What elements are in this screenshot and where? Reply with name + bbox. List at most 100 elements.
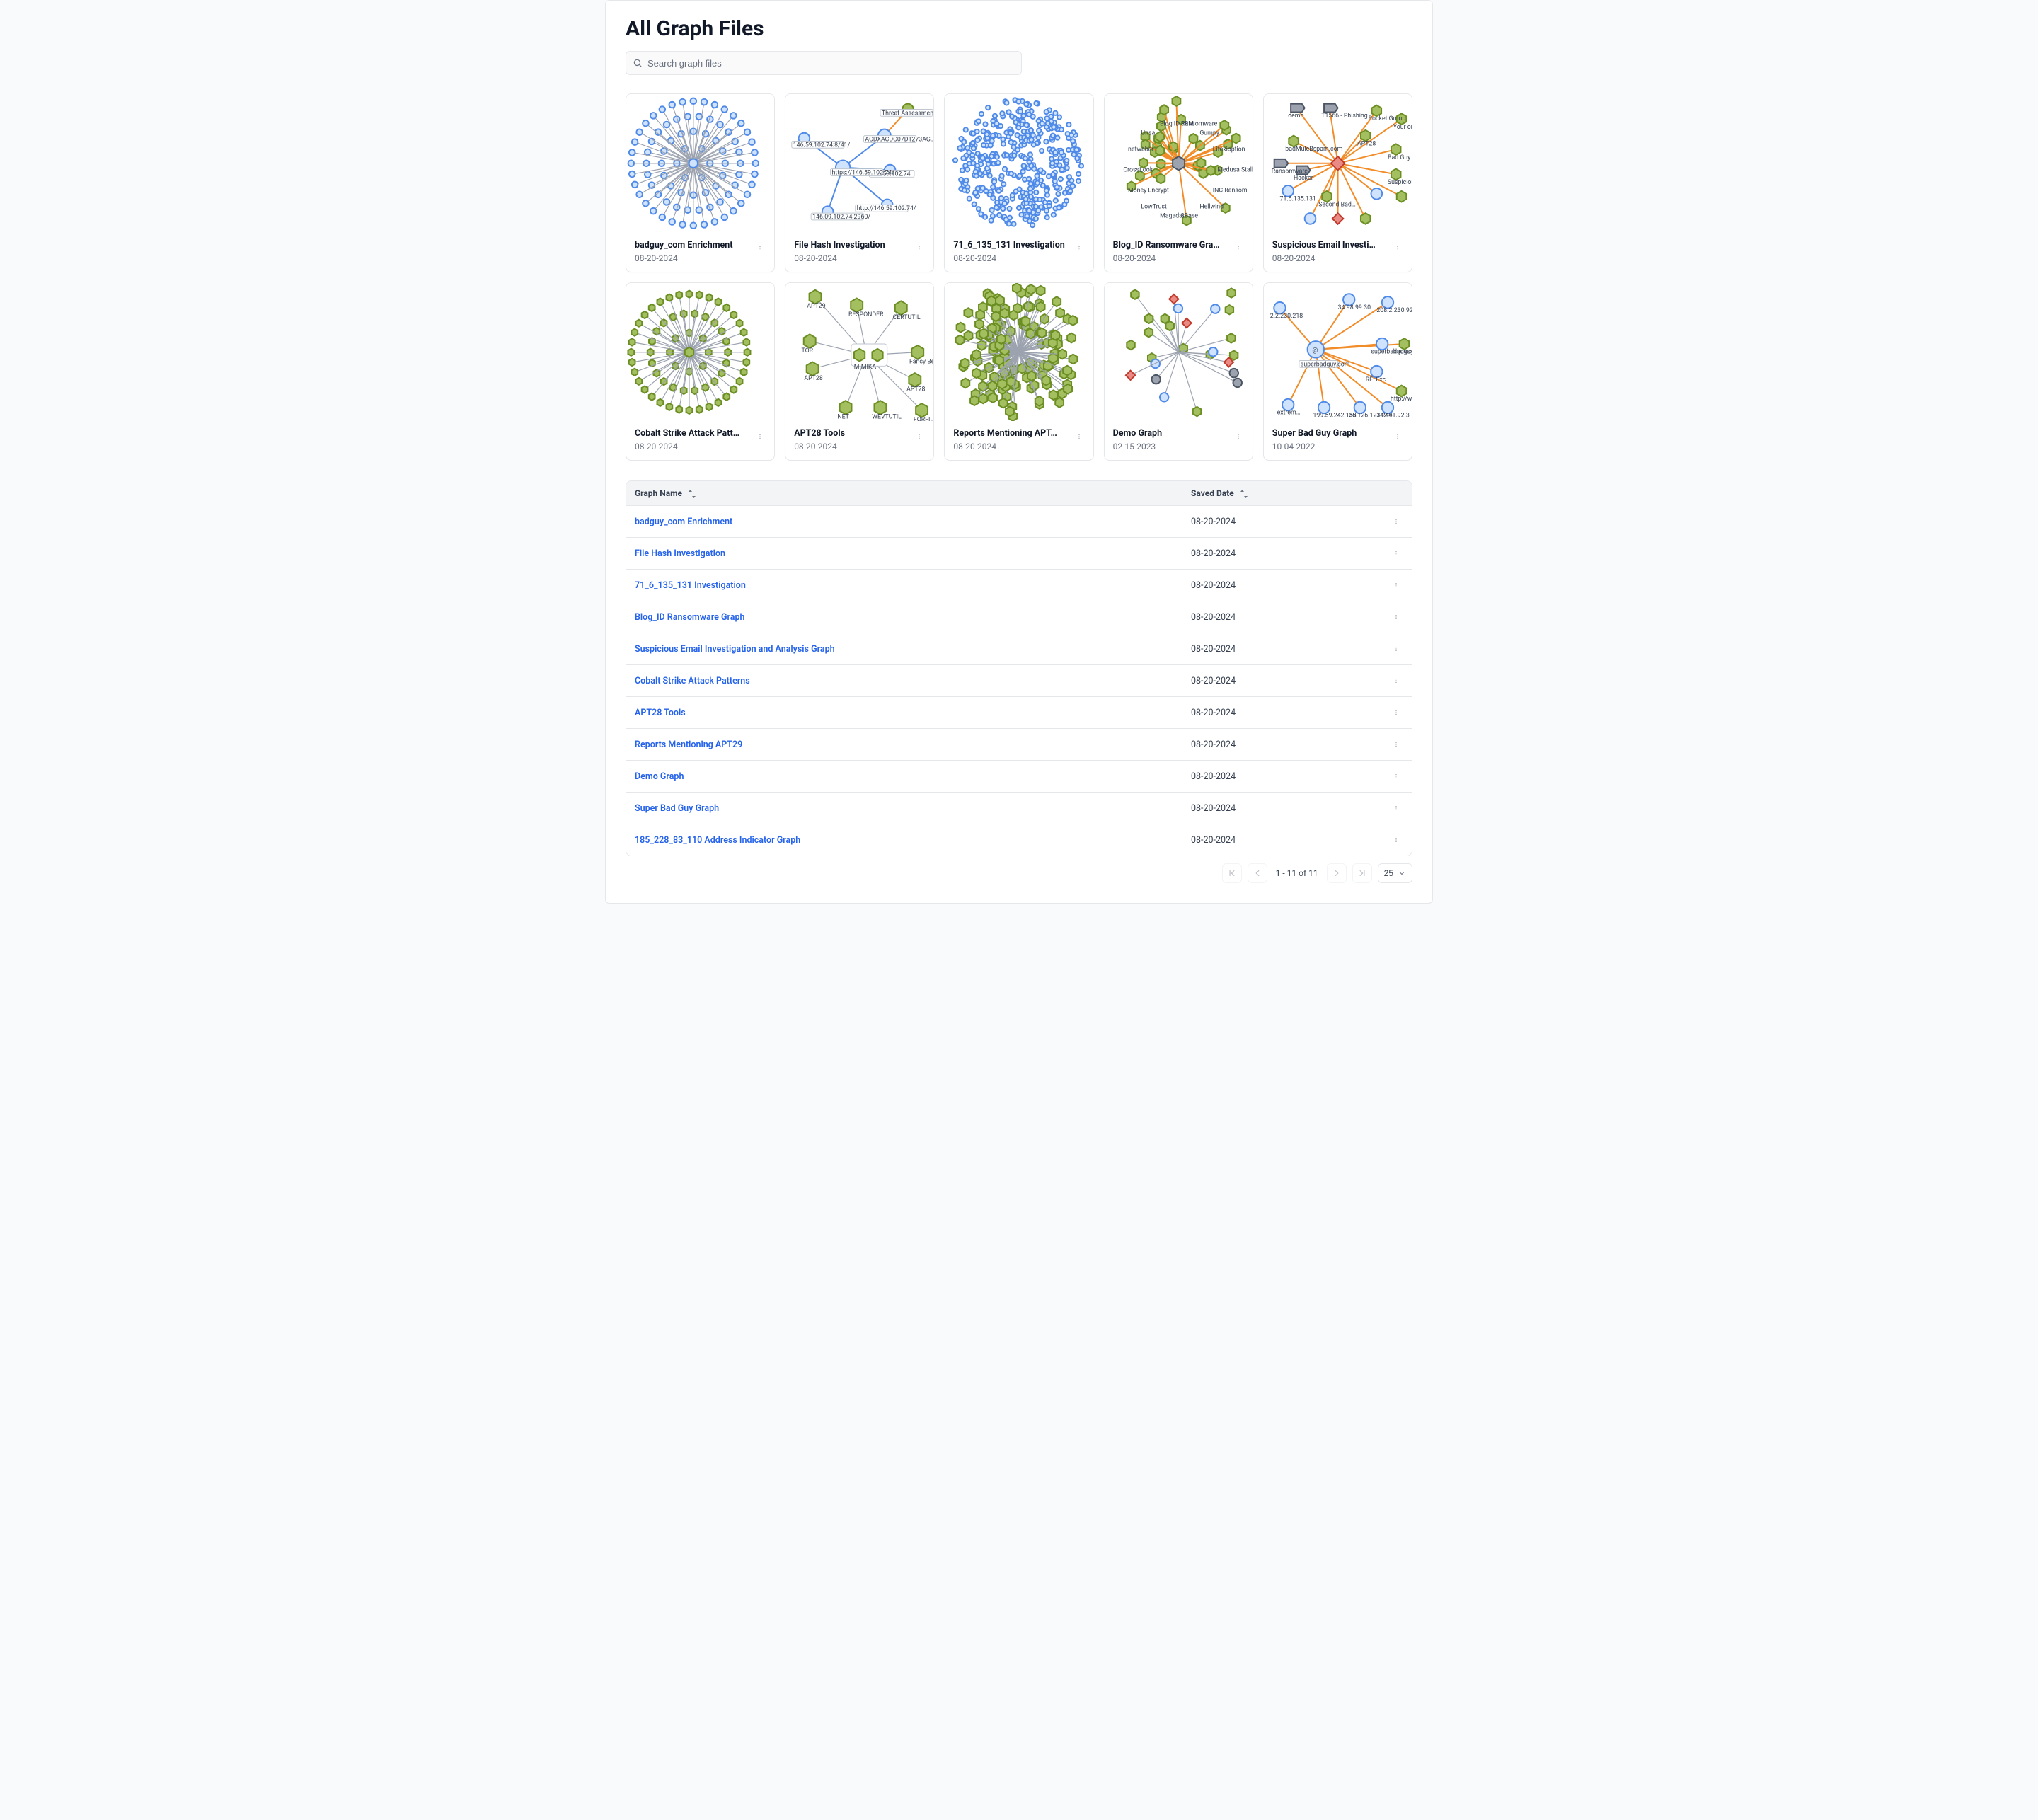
graph-card[interactable]: 71_6_135_131 Investigation08-20-2024 — [944, 93, 1093, 272]
cell-date: 08-20-2024 — [1182, 824, 1381, 856]
card-meta: APT28 Tools 08-20-2024 — [785, 421, 933, 460]
row-menu-button[interactable] — [1389, 513, 1403, 530]
kebab-icon — [1076, 243, 1082, 253]
svg-text:142.91.92.3: 142.91.92.3 — [1376, 412, 1409, 419]
kebab-icon — [1393, 517, 1399, 526]
pager-last-button[interactable] — [1352, 863, 1372, 883]
graph-link[interactable]: Blog_ID Ransomware Graph — [635, 612, 744, 623]
card-menu-button[interactable] — [1391, 428, 1405, 445]
svg-text:SRM: SRM — [1180, 121, 1193, 128]
sort-icon — [689, 490, 696, 498]
row-menu-button[interactable] — [1389, 800, 1403, 817]
row-menu-button[interactable] — [1389, 577, 1403, 594]
card-menu-button[interactable] — [1231, 240, 1245, 257]
row-menu-button[interactable] — [1389, 545, 1403, 562]
graph-card[interactable]: Cobalt Strike Attack Patt…08-20-2024 — [626, 282, 775, 461]
pagination: 1 - 11 of 11 25 — [626, 863, 1412, 883]
graph-card[interactable]: APT29RESPONDERCERTUTILTORFancy BearAPT28… — [785, 282, 934, 461]
page-container: All Graph Files badguy_com Enrichment08-… — [605, 0, 1433, 904]
pager-first-button[interactable] — [1222, 863, 1242, 883]
card-menu-button[interactable] — [1231, 428, 1245, 445]
graph-link[interactable]: APT28 Tools — [635, 708, 686, 718]
graph-link[interactable]: 71_6_135_131 Investigation — [635, 580, 746, 591]
svg-text:@: @ — [1312, 347, 1318, 354]
card-menu-button[interactable] — [753, 240, 767, 257]
graph-card[interactable]: @34.98.99.30208.2.230.922.2.230.218super… — [1263, 282, 1412, 461]
graph-thumbnail — [945, 94, 1093, 233]
cell-actions — [1381, 729, 1412, 761]
graph-link[interactable]: Reports Mentioning APT29 — [635, 739, 742, 750]
graph-link[interactable]: File Hash Investigation — [635, 548, 725, 559]
card-title: APT28 Tools — [794, 428, 906, 439]
svg-text:Threat Assessment: Threat Assessment — [882, 110, 933, 117]
search-input[interactable] — [626, 51, 1022, 75]
graph-link[interactable]: badguy_com Enrichment — [635, 517, 732, 527]
chevron-down-icon — [1398, 869, 1406, 877]
page-size-select[interactable]: 25 — [1378, 863, 1412, 883]
column-header-date[interactable]: Saved Date — [1182, 481, 1381, 506]
card-date: 08-20-2024 — [953, 442, 1066, 451]
graph-card[interactable]: Demo Graph02-15-2023 — [1104, 282, 1253, 461]
svg-text:TOR: TOR — [802, 347, 814, 354]
graph-link[interactable]: Cobalt Strike Attack Patterns — [635, 676, 750, 686]
cell-name: 185_228_83_110 Address Indicator Graph — [626, 824, 1182, 856]
row-menu-button[interactable] — [1389, 704, 1403, 721]
graph-link[interactable]: Super Bad Guy Graph — [635, 803, 719, 814]
column-header-name[interactable]: Graph Name — [626, 481, 1182, 506]
card-menu-button[interactable] — [753, 428, 767, 445]
row-menu-button[interactable] — [1389, 736, 1403, 753]
kebab-icon — [757, 243, 763, 253]
graph-card[interactable]: Medusa StalkerINC RansomHellwind8BaseMag… — [1104, 93, 1253, 272]
graph-card[interactable]: demoT1566 - PhishingRocket GroupYour ord… — [1263, 93, 1412, 272]
svg-text:T1566 - Phishing: T1566 - Phishing — [1321, 113, 1368, 120]
svg-text:MIMIKA: MIMIKA — [854, 364, 877, 371]
graph-link[interactable]: 185_228_83_110 Address Indicator Graph — [635, 835, 800, 846]
pager-range-label: 1 - 11 of 11 — [1276, 868, 1318, 878]
graph-card[interactable]: Threat AssessmentACDXACDC07D1273AG…146.5… — [785, 93, 934, 272]
cell-date: 08-20-2024 — [1182, 633, 1381, 665]
card-title: Demo Graph — [1113, 428, 1226, 439]
table-row: badguy_com Enrichment 08-20-2024 — [626, 506, 1412, 538]
svg-text:CERTUTIL: CERTUTIL — [893, 313, 921, 321]
cell-actions — [1381, 824, 1412, 856]
kebab-icon — [1393, 835, 1399, 845]
svg-text:INC Ransom: INC Ransom — [1212, 187, 1247, 194]
kebab-icon — [916, 243, 922, 253]
row-menu-button[interactable] — [1389, 609, 1403, 626]
graph-card[interactable]: badguy_com Enrichment 08-20-2024 — [626, 93, 775, 272]
card-menu-button[interactable] — [1072, 240, 1086, 257]
kebab-icon — [1393, 644, 1399, 654]
row-menu-button[interactable] — [1389, 768, 1403, 785]
cell-name: Demo Graph — [626, 761, 1182, 793]
pager-next-button[interactable] — [1327, 863, 1347, 883]
card-title: badguy_com Enrichment — [635, 240, 747, 250]
card-date: 08-20-2024 — [794, 442, 906, 451]
table-row: Demo Graph08-20-2024 — [626, 761, 1412, 793]
row-menu-button[interactable] — [1389, 640, 1403, 657]
card-menu-button[interactable] — [1391, 240, 1405, 257]
table-row: File Hash Investigation08-20-2024 — [626, 538, 1412, 570]
graph-card[interactable]: Reports Mentioning APT…08-20-2024 — [944, 282, 1093, 461]
svg-text:Your order c…: Your order c… — [1393, 124, 1412, 131]
graph-thumbnail: demoT1566 - PhishingRocket GroupYour ord… — [1264, 94, 1412, 233]
graph-link[interactable]: Suspicious Email Investigation and Analy… — [635, 644, 835, 655]
cell-date: 08-20-2024 — [1182, 793, 1381, 824]
cell-date: 08-20-2024 — [1182, 506, 1381, 538]
cell-name: Blog_ID Ransomware Graph — [626, 601, 1182, 633]
graph-link[interactable]: Demo Graph — [635, 771, 684, 782]
kebab-icon — [1393, 676, 1399, 686]
svg-text:CrossLook: CrossLook — [1123, 166, 1153, 173]
card-date: 08-20-2024 — [635, 442, 747, 451]
row-menu-button[interactable] — [1389, 831, 1403, 848]
card-date: 08-20-2024 — [635, 253, 747, 263]
card-date: 10-04-2022 — [1272, 442, 1385, 451]
card-menu-button[interactable] — [1072, 428, 1086, 445]
pager-prev-button[interactable] — [1248, 863, 1267, 883]
card-menu-button[interactable] — [912, 240, 926, 257]
table-row: Cobalt Strike Attack Patterns08-20-2024 — [626, 665, 1412, 697]
cell-actions — [1381, 506, 1412, 538]
row-menu-button[interactable] — [1389, 672, 1403, 689]
svg-text:146.09.102.74:2960/: 146.09.102.74:2960/ — [812, 214, 870, 221]
card-menu-button[interactable] — [912, 428, 926, 445]
cell-name: Super Bad Guy Graph — [626, 793, 1182, 824]
